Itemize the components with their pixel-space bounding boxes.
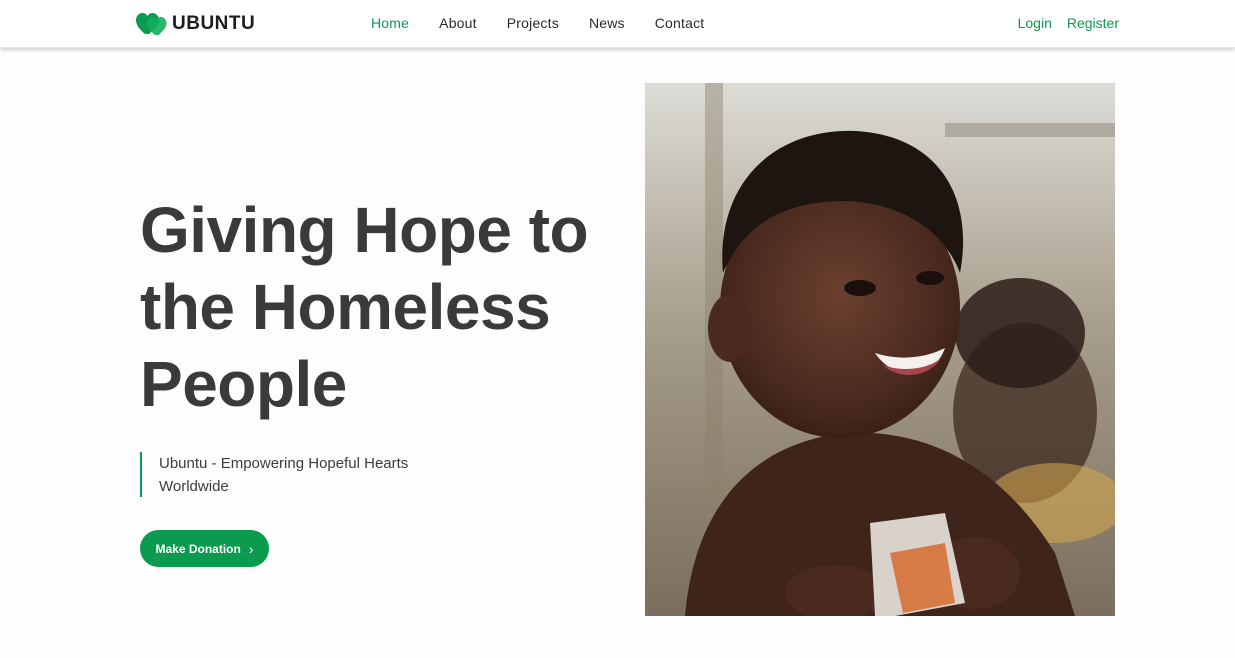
make-donation-button[interactable]: Make Donation › [140,530,269,567]
nav-item-projects[interactable]: Projects [507,15,559,31]
nav-item-news[interactable]: News [589,15,625,31]
tagline-line-2: Worldwide [159,478,229,495]
hero-title: Giving Hope to the Homeless People [140,192,610,423]
chevron-right-icon: › [248,540,254,557]
hero-title-line-3: People [140,348,347,420]
brand-name: UBUNTU [172,13,256,34]
main-nav: Home About Projects News Contact [371,15,704,33]
top-navbar: UBUNTU Home About Projects News Contact … [0,0,1235,48]
brand-logo[interactable]: UBUNTU [136,12,255,36]
tagline-line-1: Ubuntu - Empowering Hopeful Hearts [159,455,409,472]
hero-tagline: Ubuntu - Empowering Hopeful Hearts World… [140,452,440,497]
nav-item-about[interactable]: About [439,15,477,31]
hero-photo [645,83,1115,616]
auth-links: Login Register [1018,15,1119,31]
donate-button-label: Make Donation [155,541,241,556]
register-link[interactable]: Register [1067,15,1119,31]
hero-title-line-2: the Homeless [140,271,551,343]
nav-item-contact[interactable]: Contact [655,15,705,31]
nav-item-home[interactable]: Home [371,15,409,31]
hero-title-line-1: Giving Hope to [140,194,589,266]
hearts-icon [136,12,168,36]
login-link[interactable]: Login [1018,15,1052,31]
